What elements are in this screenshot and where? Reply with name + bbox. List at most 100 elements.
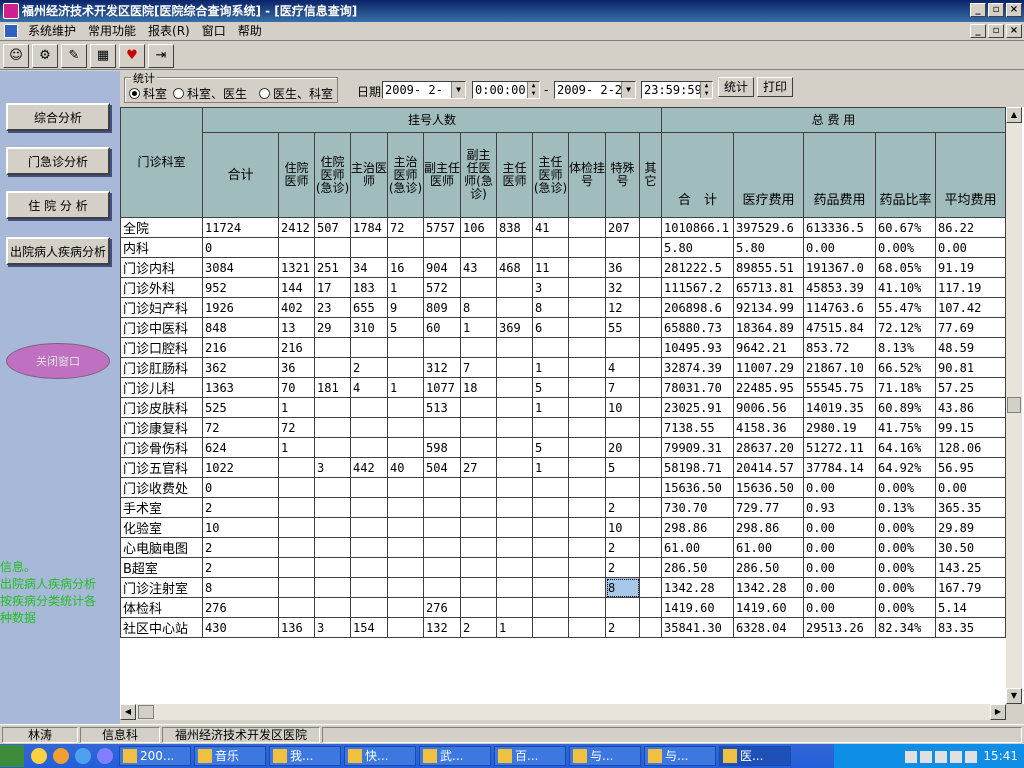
table-cell[interactable]: 8	[460, 297, 497, 318]
table-cell[interactable]: 128.06	[935, 437, 1006, 458]
table-cell[interactable]: 507	[314, 217, 351, 238]
table-cell[interactable]	[496, 357, 533, 378]
table-cell[interactable]: 276	[202, 597, 279, 618]
table-cell[interactable]: 8	[605, 577, 640, 598]
task-button[interactable]: 与...	[644, 746, 716, 766]
cell-department[interactable]: 门诊口腔科	[120, 337, 203, 358]
table-cell[interactable]	[350, 557, 388, 578]
table-row[interactable]: 门诊皮肤科 525 1 513 1 10 23025.91 9006.56 14019.35 60…	[120, 397, 1006, 418]
table-cell[interactable]: 11007.29	[733, 357, 804, 378]
table-cell[interactable]: 191367.0	[803, 257, 876, 278]
task-button[interactable]: 百...	[494, 746, 566, 766]
table-cell[interactable]: 1	[387, 277, 424, 298]
table-cell[interactable]: 1419.60	[733, 597, 804, 618]
scroll-up-icon[interactable]: ▲	[1006, 107, 1022, 123]
table-cell[interactable]	[387, 437, 424, 458]
table-cell[interactable]: 86.22	[935, 217, 1006, 238]
table-cell[interactable]: 57.25	[935, 377, 1006, 398]
table-cell[interactable]: 72	[202, 417, 279, 438]
table-cell[interactable]	[568, 577, 606, 598]
table-cell[interactable]	[278, 537, 315, 558]
spinner-icon[interactable]: ▲ ▼	[700, 82, 712, 98]
table-cell[interactable]: 10495.93	[661, 337, 734, 358]
table-cell[interactable]: 0.00	[935, 237, 1006, 258]
table-cell[interactable]	[387, 417, 424, 438]
table-cell[interactable]	[639, 557, 662, 578]
table-cell[interactable]	[532, 477, 569, 498]
table-cell[interactable]: 20414.57	[733, 457, 804, 478]
table-cell[interactable]: 60.67%	[875, 217, 936, 238]
tray-icon[interactable]	[934, 750, 947, 763]
table-cell[interactable]	[423, 337, 461, 358]
table-cell[interactable]: 1321	[278, 257, 315, 278]
table-cell[interactable]	[568, 417, 606, 438]
table-cell[interactable]: 7	[605, 377, 640, 398]
table-cell[interactable]: 47515.84	[803, 317, 876, 338]
scroll-thumb[interactable]	[1007, 397, 1021, 413]
table-cell[interactable]	[350, 577, 388, 598]
mdi-child-icon[interactable]	[4, 24, 18, 38]
table-cell[interactable]	[314, 537, 351, 558]
table-cell[interactable]: 513	[423, 397, 461, 418]
table-cell[interactable]: 18364.89	[733, 317, 804, 338]
tray-icon[interactable]	[949, 750, 962, 763]
table-cell[interactable]: 9006.56	[733, 397, 804, 418]
table-cell[interactable]: 18	[460, 377, 497, 398]
table-cell[interactable]: 2	[202, 497, 279, 518]
table-cell[interactable]	[460, 557, 497, 578]
table-cell[interactable]: 2	[350, 357, 388, 378]
table-cell[interactable]	[314, 497, 351, 518]
table-cell[interactable]: 58198.71	[661, 457, 734, 478]
table-row[interactable]: 内科 0 5.80 5.80 0.00 0.00% 0.00	[120, 237, 1006, 258]
table-cell[interactable]	[350, 417, 388, 438]
menu-system[interactable]: 系统维护	[22, 22, 82, 41]
table-cell[interactable]	[496, 377, 533, 398]
table-cell[interactable]: 369	[496, 317, 533, 338]
table-cell[interactable]	[639, 437, 662, 458]
table-cell[interactable]: 5	[532, 437, 569, 458]
table-cell[interactable]	[460, 417, 497, 438]
table-cell[interactable]	[278, 557, 315, 578]
table-cell[interactable]: 83.35	[935, 617, 1006, 638]
table-cell[interactable]	[387, 597, 424, 618]
table-cell[interactable]: 90.81	[935, 357, 1006, 378]
table-cell[interactable]	[496, 397, 533, 418]
table-cell[interactable]	[532, 517, 569, 538]
table-cell[interactable]: 79909.31	[661, 437, 734, 458]
table-cell[interactable]: 468	[496, 257, 533, 278]
table-cell[interactable]	[278, 497, 315, 518]
table-row[interactable]: 全院 11724 2412 507 1784 72 5757 106 838 41 207 10108…	[120, 217, 1006, 238]
menu-report[interactable]: 报表(R)	[142, 22, 196, 41]
heart-icon[interactable]: ♥	[119, 43, 145, 68]
start-button[interactable]	[0, 745, 24, 767]
table-cell[interactable]: 144	[278, 277, 315, 298]
table-cell[interactable]	[423, 497, 461, 518]
cell-department[interactable]: 门诊收费处	[120, 477, 203, 498]
table-cell[interactable]	[568, 217, 606, 238]
time-to-input[interactable]: 23:59:59 ▲ ▼	[641, 81, 713, 99]
table-cell[interactable]: 952	[202, 277, 279, 298]
table-cell[interactable]	[423, 577, 461, 598]
table-cell[interactable]: 61.00	[733, 537, 804, 558]
table-cell[interactable]	[568, 377, 606, 398]
table-cell[interactable]: 28637.20	[733, 437, 804, 458]
table-cell[interactable]	[460, 497, 497, 518]
table-cell[interactable]: 0	[202, 237, 279, 258]
table-cell[interactable]: 397529.6	[733, 217, 804, 238]
table-row[interactable]: 门诊内科 3084 1321 251 34 16 904 43 468 11 36 281222.5 8…	[120, 257, 1006, 278]
table-cell[interactable]	[460, 537, 497, 558]
table-cell[interactable]: 10	[605, 517, 640, 538]
table-cell[interactable]: 4158.36	[733, 417, 804, 438]
table-cell[interactable]: 78031.70	[661, 377, 734, 398]
table-cell[interactable]	[639, 617, 662, 638]
table-cell[interactable]	[639, 257, 662, 278]
table-cell[interactable]: 1010866.1	[661, 217, 734, 238]
table-cell[interactable]	[350, 237, 388, 258]
table-cell[interactable]	[496, 497, 533, 518]
table-cell[interactable]: 6	[532, 317, 569, 338]
table-cell[interactable]: 15636.50	[733, 477, 804, 498]
table-row[interactable]: 化验室 10 10 298.86 298.86 0.00 0.00% 29.89	[120, 517, 1006, 538]
table-cell[interactable]: 838	[496, 217, 533, 238]
table-row[interactable]: 门诊妇产科 1926 402 23 655 9 809 8 8 12 206898.6 92134.9…	[120, 297, 1006, 318]
table-cell[interactable]	[314, 577, 351, 598]
